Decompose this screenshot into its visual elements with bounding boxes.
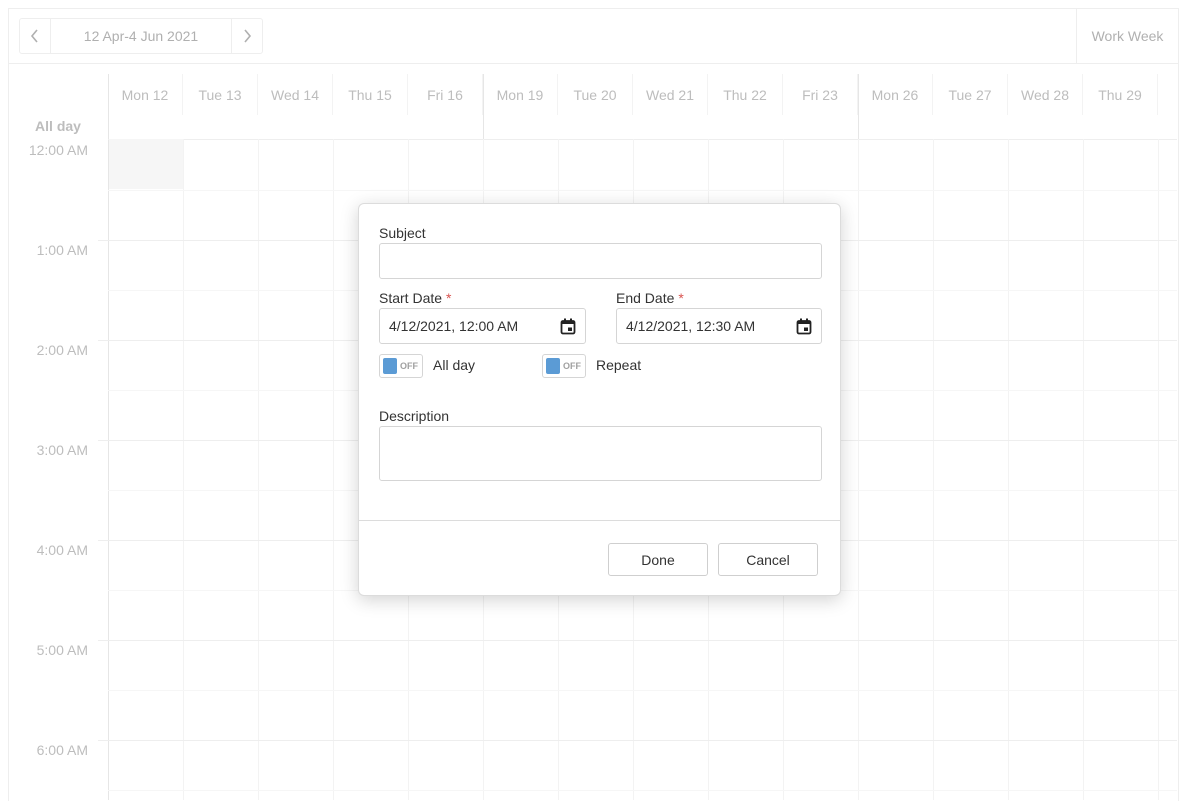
day-header[interactable]: Tue 27 <box>933 74 1008 115</box>
calendar-icon[interactable] <box>796 318 812 335</box>
required-mark: * <box>678 290 684 306</box>
subject-input[interactable] <box>379 243 822 279</box>
chevron-left-icon <box>30 29 38 43</box>
time-label: 5:00 AM <box>36 642 88 658</box>
description-label: Description <box>379 408 450 424</box>
required-mark: * <box>446 290 452 306</box>
allday-label: All day <box>35 118 81 134</box>
day-header[interactable]: Thu 29 <box>1083 74 1158 115</box>
day-header[interactable]: Mon 19 <box>483 74 558 115</box>
day-header[interactable]: Mon 12 <box>108 74 183 115</box>
switch-knob <box>383 358 397 374</box>
chevron-right-icon <box>244 29 252 43</box>
date-range-button[interactable]: 12 Apr-4 Jun 2021 <box>50 19 232 53</box>
date-navigator: 12 Apr-4 Jun 2021 <box>19 18 263 54</box>
subject-label: Subject <box>379 225 426 241</box>
done-button[interactable]: Done <box>608 543 708 576</box>
time-label: 2:00 AM <box>36 342 88 358</box>
time-label: 6:00 AM <box>36 742 88 758</box>
time-label: 3:00 AM <box>36 442 88 458</box>
day-header[interactable]: Wed 28 <box>1008 74 1083 115</box>
day-column-line <box>258 139 259 800</box>
next-button[interactable] <box>232 19 262 53</box>
repeat-switch[interactable]: OFF <box>542 354 586 378</box>
start-date-label: Start Date * <box>379 290 451 306</box>
allday-row[interactable] <box>108 115 1177 140</box>
day-header[interactable]: Wed 14 <box>258 74 333 115</box>
day-header[interactable]: Wed 21 <box>633 74 708 115</box>
calendar-icon[interactable] <box>560 318 576 335</box>
repeat-switch-label: Repeat <box>596 357 642 373</box>
time-label: 4:00 AM <box>36 542 88 558</box>
end-date-value: 4/12/2021, 12:30 AM <box>626 318 756 334</box>
day-header[interactable]: Tue 13 <box>183 74 258 115</box>
day-header[interactable]: Thu 15 <box>333 74 408 115</box>
time-label: 1:00 AM <box>36 242 88 258</box>
day-header[interactable]: Fri 23 <box>783 74 858 115</box>
day-header[interactable]: Thu 22 <box>708 74 783 115</box>
half-hour-line <box>108 790 1177 791</box>
start-date-label-text: Start Date <box>379 290 443 306</box>
switch-state: OFF <box>563 361 581 371</box>
end-date-label: End Date * <box>616 290 684 306</box>
day-header[interactable]: Fri 16 <box>408 74 483 115</box>
half-hour-line <box>108 690 1177 691</box>
day-header[interactable]: Tue 20 <box>558 74 633 115</box>
start-date-input[interactable]: 4/12/2021, 12:00 AM <box>379 308 586 344</box>
day-column-line <box>183 139 184 800</box>
toolbar: 12 Apr-4 Jun 2021 Work Week <box>9 9 1178 64</box>
day-header[interactable]: Mon 26 <box>858 74 933 115</box>
selected-time-slot[interactable] <box>109 139 183 189</box>
switch-knob <box>546 358 560 374</box>
description-input[interactable] <box>379 426 822 481</box>
prev-button[interactable] <box>20 19 50 53</box>
day-column-line <box>1083 139 1084 800</box>
end-date-label-text: End Date <box>616 290 675 306</box>
switch-state: OFF <box>400 361 418 371</box>
day-column-line <box>858 139 859 800</box>
start-date-value: 4/12/2021, 12:00 AM <box>389 318 519 334</box>
time-label: 12:00 AM <box>28 142 88 158</box>
day-column-line <box>333 139 334 800</box>
day-column-line <box>933 139 934 800</box>
allday-switch[interactable]: OFF <box>379 354 423 378</box>
appointment-popup: Subject Start Date * 4/12/2021, 12:00 AM … <box>358 203 841 596</box>
hour-line <box>98 740 1177 741</box>
day-column-line <box>1008 139 1009 800</box>
allday-switch-label: All day <box>433 357 476 373</box>
cancel-button[interactable]: Cancel <box>718 543 818 576</box>
half-hour-line <box>108 190 1177 191</box>
day-column-line <box>1158 139 1159 800</box>
view-switcher[interactable]: Work Week <box>1076 9 1178 63</box>
hour-line <box>98 640 1177 641</box>
footer-divider <box>359 520 840 521</box>
end-date-input[interactable]: 4/12/2021, 12:30 AM <box>616 308 822 344</box>
